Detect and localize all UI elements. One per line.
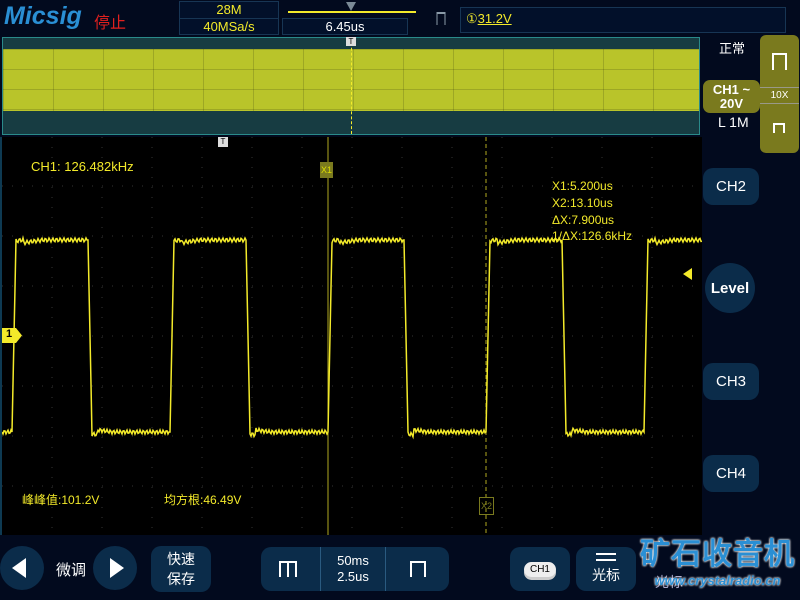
cursor-button[interactable]: 光标	[576, 547, 636, 591]
watermark-title: 矿石收音机	[640, 538, 795, 571]
trigger-position[interactable]: 6.45us	[282, 18, 408, 35]
cursor-x2-value: X2:13.10us	[552, 196, 613, 210]
trigger-channel-marker: ①	[466, 11, 478, 26]
ch1-stack-icon: CH1	[523, 561, 556, 577]
ch4-button[interactable]: CH4	[703, 455, 759, 492]
fine-adjust-label: 微调	[56, 562, 87, 579]
ch1-button[interactable]: CH1 ~ 20V	[703, 80, 760, 113]
trigger-pos-marker-icon	[346, 2, 356, 11]
cursor-x1-value: X1:5.200us	[552, 179, 613, 193]
pulse-wide-icon	[772, 53, 787, 70]
fine-right-button[interactable]	[93, 546, 137, 590]
timebase-readout: 50ms 2.5us	[337, 553, 369, 585]
brand-logo: Micsig	[4, 2, 82, 30]
memory-depth: 28M	[180, 2, 278, 19]
timebase-zoom: 2.5us	[337, 569, 369, 584]
probe-panel[interactable]: 10X	[760, 35, 799, 153]
run-state[interactable]: 停止	[94, 9, 126, 33]
waveform-overview[interactable]: T	[2, 37, 700, 135]
level-knob[interactable]: Level	[705, 263, 755, 313]
cursor-x1-marker[interactable]: X1	[320, 162, 334, 178]
frequency-readout: CH1: 126.482kHz	[31, 159, 134, 174]
trigger-level: 31.2V	[477, 11, 512, 26]
cursor-inv-dx-value: 1/ΔX:126.6kHz	[552, 229, 633, 243]
ch1-label: CH1	[712, 82, 739, 97]
ch1-scale: 20V	[719, 96, 744, 111]
left-arrow-icon	[12, 558, 26, 578]
measurement-rms: 均方根:46.49V	[164, 493, 242, 507]
zoom-out-timebase-icon[interactable]	[261, 547, 321, 591]
cursor-x2-marker[interactable]: X2	[479, 497, 495, 515]
cursor-dx-value: ΔX:7.900us	[552, 213, 615, 227]
ac-coupling-icon: ~	[742, 82, 751, 97]
trigger-level-arrow-icon	[683, 268, 692, 280]
waveform-display[interactable]: T CH1: 126.482kHz X1:5.200us X2:13.10us …	[0, 137, 702, 535]
trigger-time-marker-icon[interactable]: T	[218, 137, 228, 147]
zoom-in-timebase-icon[interactable]	[385, 547, 449, 591]
acquisition-info[interactable]: 28M 40MSa/s	[179, 1, 279, 35]
timebase-main: 50ms	[337, 553, 369, 568]
quick-save-label-2: 保存	[167, 571, 195, 587]
cursor-label: 光标	[592, 567, 620, 583]
level-label: Level	[710, 279, 750, 297]
quick-save-button[interactable]: 快速 保存	[151, 546, 211, 592]
rising-edge-icon[interactable]	[436, 12, 446, 25]
trigger-level-box[interactable]: ①31.2V	[460, 7, 786, 33]
measurement-peak-to-peak: 峰峰值:101.2V	[22, 493, 100, 507]
right-arrow-icon	[110, 558, 124, 578]
ch1-impedance: L 1M	[718, 114, 749, 130]
probe-ratio[interactable]: 10X	[760, 87, 799, 104]
ch2-button[interactable]: CH2	[703, 168, 759, 205]
quick-save-label-1: 快速	[167, 551, 195, 567]
watermark-url: www.crystalradio.cn	[654, 573, 781, 588]
fine-left-button[interactable]	[0, 546, 44, 590]
ch3-button[interactable]: CH3	[703, 363, 759, 400]
overview-trigger-line	[351, 38, 352, 134]
sample-rate: 40MSa/s	[203, 19, 255, 34]
channel-select-button[interactable]: CH1	[510, 547, 570, 591]
timebase-control[interactable]: 50ms 2.5us	[261, 547, 449, 591]
watermark: 矿石收音机 www.crystalradio.cn	[635, 537, 800, 588]
cursor-lines-icon	[596, 553, 616, 561]
pulse-narrow-icon	[773, 123, 785, 133]
trigger-position-bar[interactable]	[288, 11, 416, 13]
overview-trigger-marker-icon: T	[346, 37, 356, 46]
trigger-mode[interactable]: 正常	[719, 38, 745, 57]
